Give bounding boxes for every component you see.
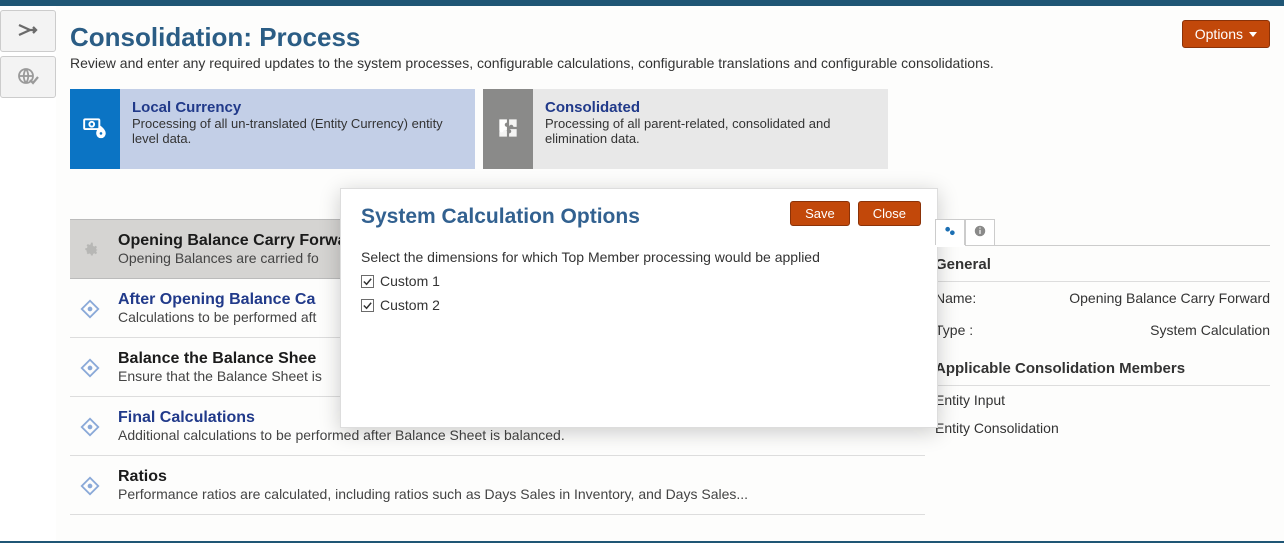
tab-settings[interactable]	[935, 219, 965, 245]
info-icon	[973, 224, 987, 241]
left-tool-rail	[0, 6, 56, 541]
diamond-gear-icon	[76, 295, 104, 323]
check-icon	[362, 276, 373, 287]
card-icon-area	[483, 89, 533, 169]
details-panel: General Name: Opening Balance Carry Forw…	[935, 219, 1270, 515]
check-icon	[362, 300, 373, 311]
card-local-currency[interactable]: Local Currency Processing of all un-tran…	[70, 89, 475, 169]
gears-icon	[943, 224, 957, 241]
members-header: Applicable Consolidation Members	[935, 350, 1270, 386]
row-title: Balance the Balance Shee	[118, 350, 322, 368]
checkbox-custom1[interactable]	[361, 275, 374, 288]
option-custom2: Custom 2	[361, 297, 917, 313]
app-frame: Options Consolidation: Process Review an…	[0, 0, 1284, 543]
diamond-gear-icon	[76, 413, 104, 441]
checkbox-custom2[interactable]	[361, 299, 374, 312]
card-desc: Processing of all un-translated (Entity …	[132, 116, 463, 146]
card-desc: Processing of all parent-related, consol…	[545, 116, 876, 146]
system-calc-options-dialog: Save Close System Calculation Options Se…	[340, 188, 938, 428]
kv-label: Type :	[935, 322, 1025, 338]
rail-button-approve[interactable]	[0, 56, 56, 98]
close-button[interactable]: Close	[858, 201, 921, 226]
card-body: Local Currency Processing of all un-tran…	[120, 89, 475, 169]
details-tabs	[935, 219, 1270, 246]
list-item-ratios[interactable]: Ratios Performance ratios are calculated…	[70, 456, 925, 515]
row-title: Opening Balance Carry Forward	[118, 232, 363, 250]
member-item: Entity Input	[935, 386, 1270, 414]
row-desc: Opening Balances are carried fo	[118, 250, 363, 266]
rail-button-flow[interactable]	[0, 10, 56, 52]
chevron-down-icon	[1249, 32, 1257, 37]
row-text: After Opening Balance Ca Calculations to…	[118, 291, 316, 325]
row-text: Ratios Performance ratios are calculated…	[118, 468, 748, 502]
tab-info[interactable]	[965, 219, 995, 245]
row-title: After Opening Balance Ca	[118, 291, 316, 309]
dialog-actions: Save Close	[790, 201, 921, 226]
save-button[interactable]: Save	[790, 201, 850, 226]
kv-value: Opening Balance Carry Forward	[1025, 290, 1270, 306]
row-title: Ratios	[118, 468, 748, 486]
card-icon-area	[70, 89, 120, 169]
row-desc: Ensure that the Balance Sheet is	[118, 368, 322, 384]
kv-type: Type : System Calculation	[935, 314, 1270, 346]
card-body: Consolidated Processing of all parent-re…	[533, 89, 888, 169]
row-text: Opening Balance Carry Forward Opening Ba…	[118, 232, 363, 266]
page-subtitle: Review and enter any required updates to…	[70, 55, 1270, 71]
card-title: Local Currency	[132, 99, 463, 116]
card-consolidated[interactable]: Consolidated Processing of all parent-re…	[483, 89, 888, 169]
process-type-cards: Local Currency Processing of all un-tran…	[70, 89, 1270, 169]
gear-icon	[76, 236, 104, 264]
kv-label: Name:	[935, 290, 1025, 306]
kv-name: Name: Opening Balance Carry Forward	[935, 282, 1270, 314]
options-label: Options	[1195, 26, 1243, 42]
option-label: Custom 1	[380, 273, 440, 289]
option-custom1: Custom 1	[361, 273, 917, 289]
row-desc: Calculations to be performed aft	[118, 309, 316, 325]
options-button[interactable]: Options	[1182, 20, 1270, 48]
row-desc: Performance ratios are calculated, inclu…	[118, 486, 748, 502]
arrows-converge-icon	[16, 18, 40, 45]
puzzle-icon	[495, 115, 521, 144]
card-title: Consolidated	[545, 99, 876, 116]
kv-value: System Calculation	[1025, 322, 1270, 338]
diamond-gear-icon	[76, 354, 104, 382]
page-title: Consolidation: Process	[70, 22, 1270, 53]
dialog-instruction: Select the dimensions for which Top Memb…	[361, 249, 917, 265]
globe-check-icon	[16, 64, 40, 91]
general-header: General	[935, 246, 1270, 282]
row-desc: Additional calculations to be performed …	[118, 427, 565, 443]
currency-pin-icon	[82, 115, 108, 144]
member-item: Entity Consolidation	[935, 414, 1270, 442]
row-text: Balance the Balance Shee Ensure that the…	[118, 350, 322, 384]
option-label: Custom 2	[380, 297, 440, 313]
diamond-gear-icon	[76, 472, 104, 500]
